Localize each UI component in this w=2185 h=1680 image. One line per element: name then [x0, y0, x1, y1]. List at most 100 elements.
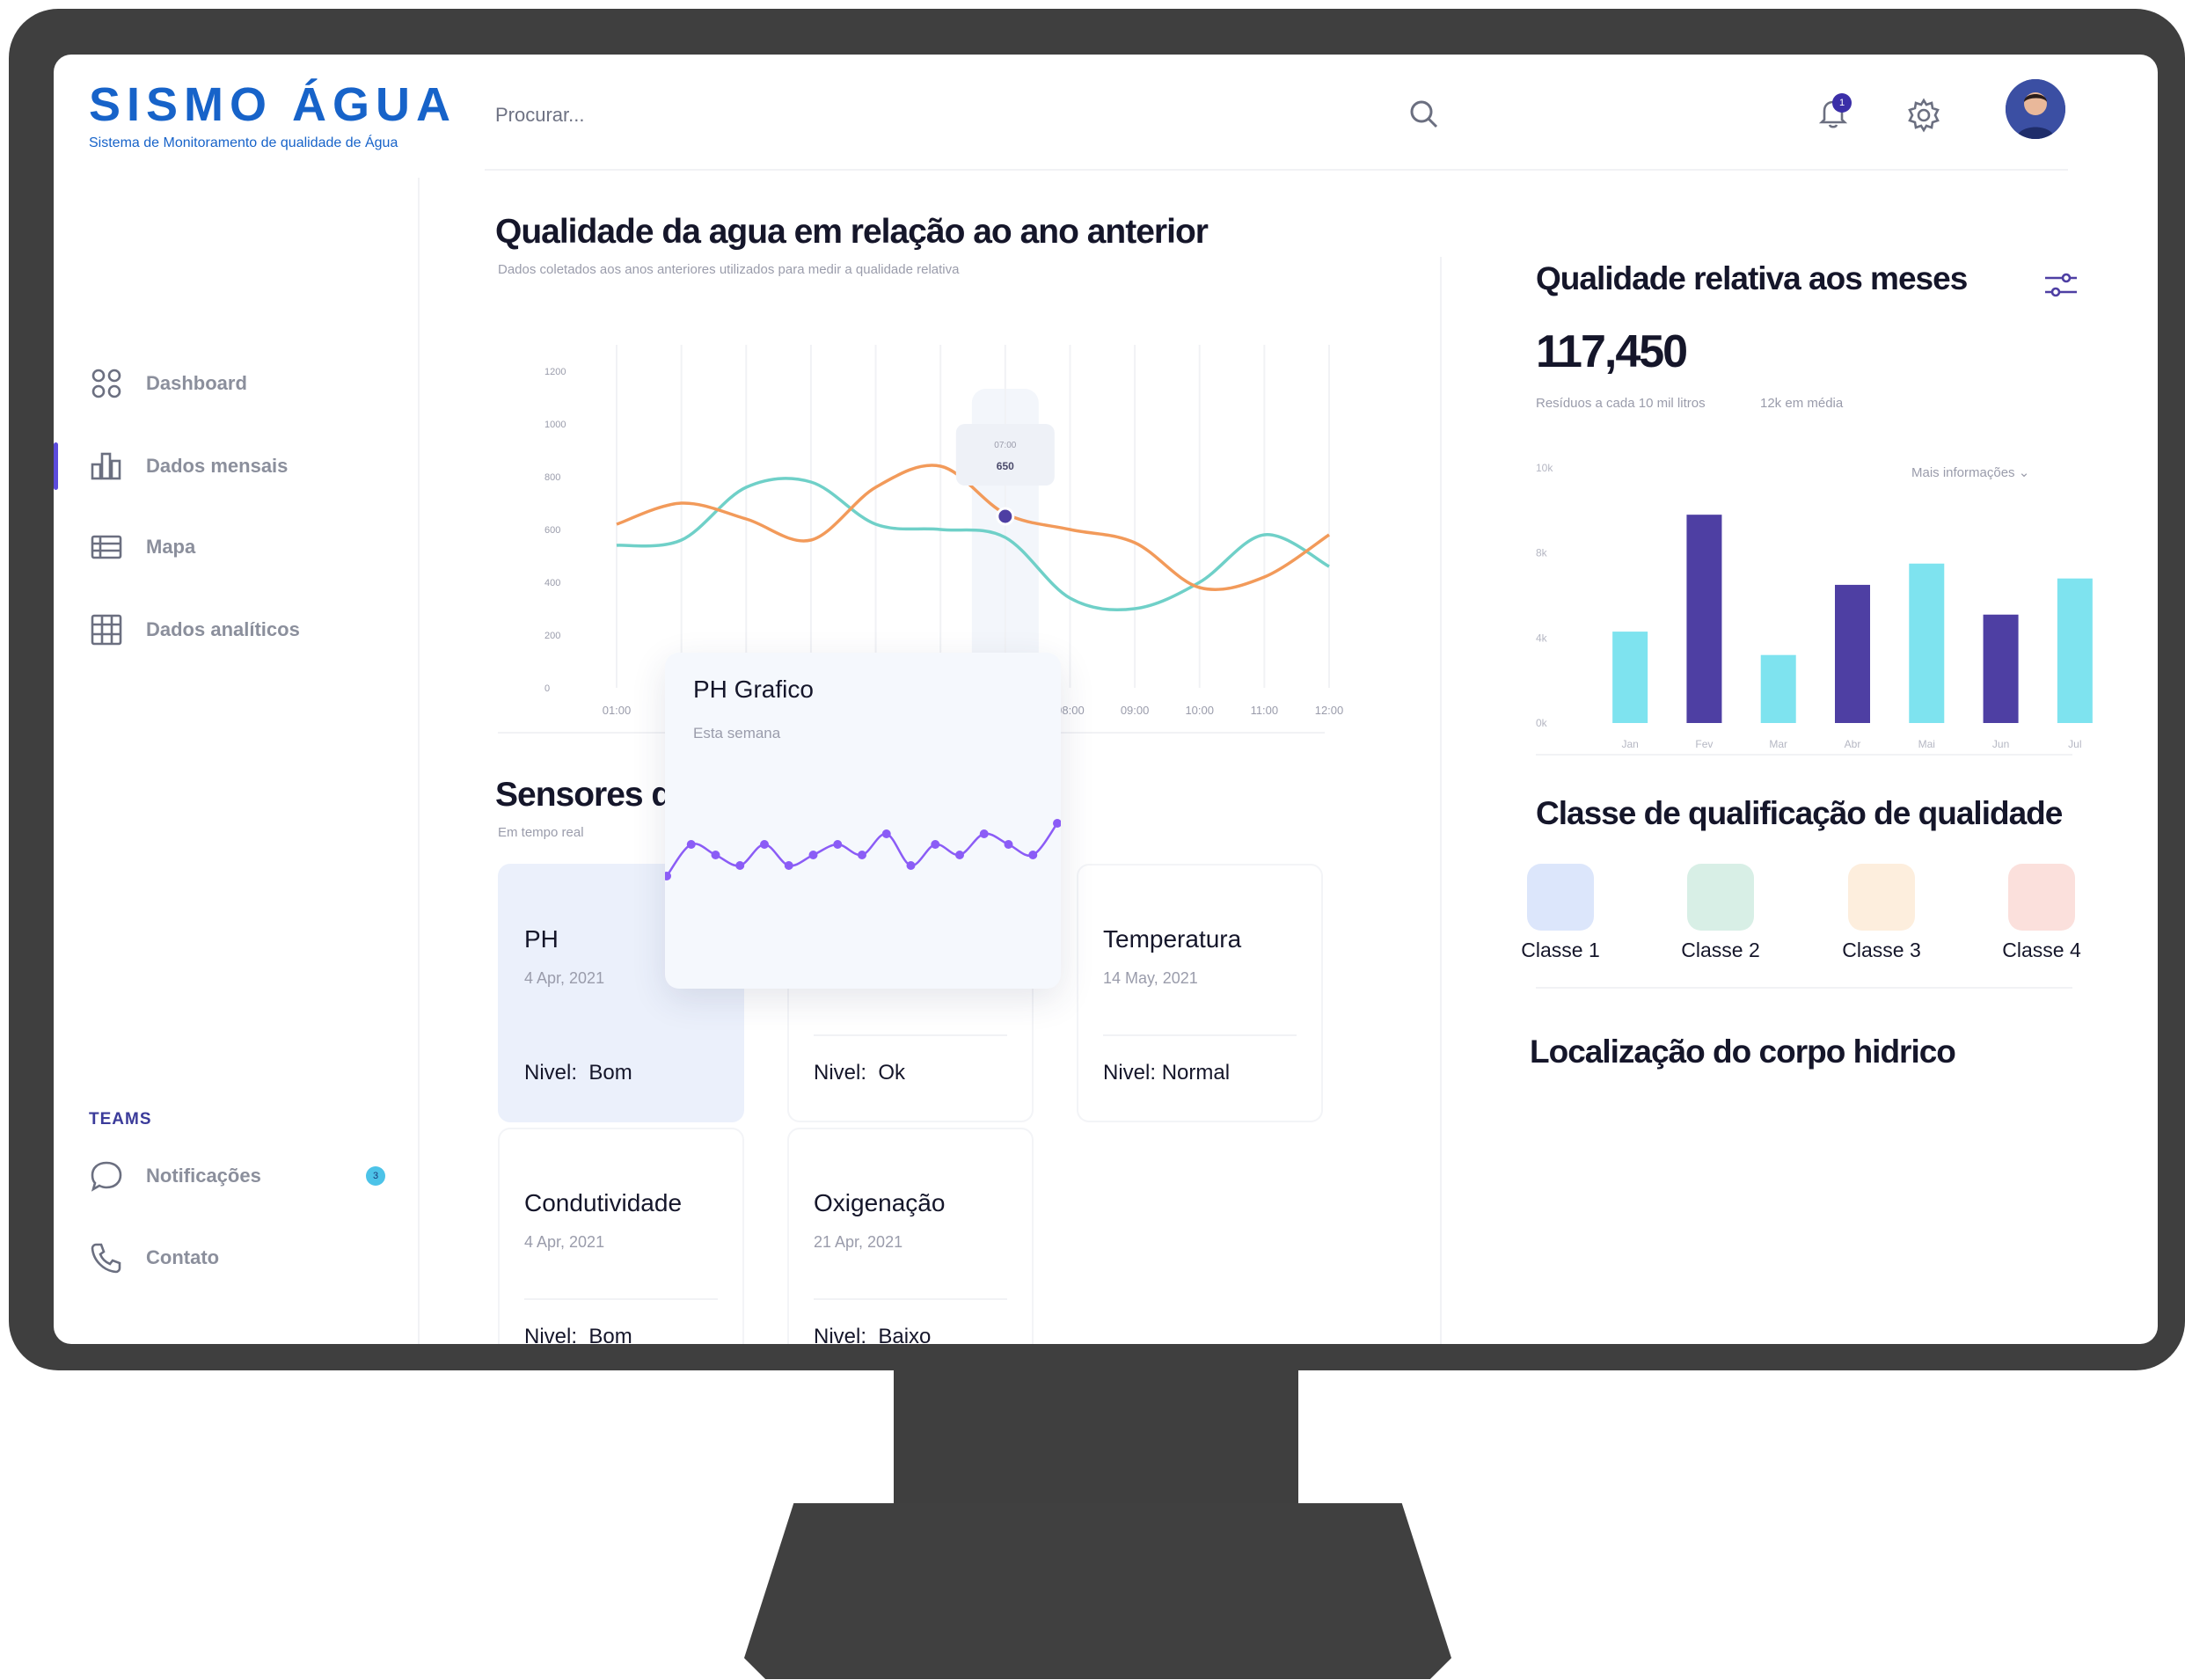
- x-tick-label: 09:00: [1121, 704, 1150, 717]
- x-tick-label: 12:00: [1315, 704, 1344, 717]
- y-tick-label: 1000: [544, 420, 566, 430]
- sensor-name: PH: [524, 925, 559, 953]
- level-label: Nivel:: [814, 1061, 867, 1085]
- class-label-2: Classe 2: [1681, 939, 1760, 961]
- level-value: Normal: [1161, 1061, 1231, 1085]
- class-label-4: Classe 4: [2002, 939, 2081, 961]
- bar-abr: [1835, 584, 1870, 723]
- location-title: Localização do corpo hidrico: [1530, 1034, 1956, 1070]
- x-tick-label: Abr: [1845, 738, 1861, 749]
- x-tick-label: 10:00: [1185, 704, 1214, 717]
- sensor-level: Nivel: Normal: [1103, 1061, 1230, 1085]
- sidebar-item-notificacoes[interactable]: Notificações 3: [54, 1150, 388, 1202]
- level-value: Ok: [878, 1061, 906, 1085]
- y-tick-label: 800: [544, 472, 560, 483]
- sidebar-item-label: Dados mensais: [146, 455, 289, 477]
- tooltip-time: 07:00: [994, 441, 1016, 450]
- class-label-1: Classe 1: [1521, 939, 1600, 961]
- search-icon[interactable]: [1407, 97, 1442, 132]
- y-tick-label: 0: [544, 683, 550, 694]
- x-tick-label: Jul: [2068, 738, 2081, 749]
- monthly-bar-chart[interactable]: 0k 4k 8k 10k Jan Fev Mar Abr Mai Jun Jul: [1531, 450, 2121, 749]
- column-divider: [1440, 257, 1442, 1344]
- notification-badge: 3: [366, 1166, 385, 1186]
- ph-point: [931, 840, 940, 849]
- phone-icon: [89, 1240, 124, 1275]
- popup-title: PH Grafico: [693, 676, 814, 703]
- card-divider: [1103, 1034, 1297, 1036]
- x-tick-label: Mai: [1918, 738, 1935, 749]
- ph-point: [665, 872, 671, 880]
- sidebar-item-dados-analiticos[interactable]: Dados analíticos: [54, 603, 388, 656]
- sidebar-item-label: Notificações: [146, 1165, 261, 1187]
- ph-point: [760, 840, 769, 849]
- class-swatch-1[interactable]: [1527, 864, 1594, 931]
- sensor-card-condutividade[interactable]: Condutividade 4 Apr, 2021 Nivel: Bom: [498, 1128, 744, 1344]
- ph-point: [979, 829, 989, 838]
- ph-point: [906, 861, 916, 870]
- logo[interactable]: SISMO ÁGUA Sistema de Monitoramento de q…: [89, 81, 457, 151]
- sensor-card-temperatura[interactable]: Temperatura 14 May, 2021 Nivel: Normal: [1077, 864, 1323, 1122]
- x-tick-label: Jan: [1621, 738, 1638, 749]
- sensor-card-oxigenacao[interactable]: Oxigenação 21 Apr, 2021 Nivel: Baixo: [787, 1128, 1034, 1344]
- sidebar-divider: [418, 178, 420, 1344]
- class-label-3: Classe 3: [1842, 939, 1921, 961]
- map-icon: [89, 530, 124, 565]
- x-tick-label: 01:00: [603, 704, 632, 717]
- monthly-average: 12k em média: [1760, 396, 1844, 411]
- ph-point: [686, 840, 696, 849]
- sidebar-item-label: Contato: [146, 1246, 220, 1268]
- level-value: Bom: [588, 1061, 632, 1085]
- sensor-level: Nivel: Bom: [524, 1325, 632, 1344]
- level-value: Bom: [588, 1325, 632, 1344]
- class-swatch-4[interactable]: [2008, 864, 2075, 931]
- header-divider: [485, 169, 2068, 171]
- sensor-date: 21 Apr, 2021: [814, 1233, 903, 1251]
- ph-chart-popup[interactable]: PH Grafico Esta semana: [665, 653, 1061, 989]
- card-divider: [524, 1034, 718, 1036]
- sidebar-item-mapa[interactable]: Mapa: [54, 521, 388, 573]
- ph-point: [858, 851, 866, 859]
- bar-jul: [2057, 578, 2093, 723]
- sidebar-item-label: Dados analíticos: [146, 618, 300, 640]
- bar-jan: [1612, 632, 1648, 723]
- ph-point: [711, 851, 720, 859]
- ph-point: [833, 840, 843, 849]
- ph-point: [784, 861, 793, 870]
- sensor-date: 4 Apr, 2021: [524, 1233, 605, 1251]
- bar-fev: [1686, 515, 1722, 723]
- avatar[interactable]: [2006, 79, 2065, 139]
- card-divider: [814, 1034, 1007, 1036]
- sensor-level: Nivel: Bom: [524, 1061, 632, 1085]
- filter-icon[interactable]: [2042, 266, 2080, 304]
- app-subtitle: Sistema de Monitoramento de qualidade de…: [89, 135, 398, 150]
- active-indicator: [54, 442, 58, 490]
- sensor-name: Temperatura: [1103, 925, 1242, 953]
- ph-point: [808, 851, 818, 859]
- bar-jun: [1983, 614, 2019, 723]
- sensor-name: Condutividade: [524, 1189, 683, 1216]
- sidebar-item-dashboard[interactable]: Dashboard: [54, 357, 388, 410]
- right-divider-2: [1536, 987, 2072, 989]
- sensor-date: 14 May, 2021: [1103, 969, 1198, 987]
- sidebar-item-contato[interactable]: Contato: [54, 1231, 388, 1284]
- sensors-subtitle: Em tempo real: [498, 825, 584, 840]
- gear-icon[interactable]: [1905, 97, 1942, 134]
- ph-point: [881, 829, 891, 838]
- search-input[interactable]: Procurar...: [495, 104, 584, 127]
- sidebar-item-dados-mensais[interactable]: Dados mensais: [54, 440, 388, 493]
- class-swatch-3[interactable]: [1848, 864, 1915, 931]
- y-tick-label: 600: [544, 525, 560, 536]
- y-tick-label: 10k: [1536, 462, 1553, 474]
- right-divider-1: [1536, 754, 2072, 756]
- monitor-frame: SISMO ÁGUA Sistema de Monitoramento de q…: [9, 9, 2185, 1370]
- notification-count-badge: 1: [1832, 93, 1852, 113]
- class-swatch-2[interactable]: [1687, 864, 1754, 931]
- monitor-base: [744, 1503, 1451, 1679]
- main-chart-subtitle: Dados coletados aos anos anteriores util…: [498, 262, 960, 277]
- monthly-caption: Resíduos a cada 10 mil litros: [1536, 396, 1706, 411]
- card-divider: [524, 1298, 718, 1300]
- tooltip-value: 650: [997, 460, 1014, 472]
- y-tick-label: 400: [544, 578, 560, 588]
- ph-point: [735, 861, 745, 870]
